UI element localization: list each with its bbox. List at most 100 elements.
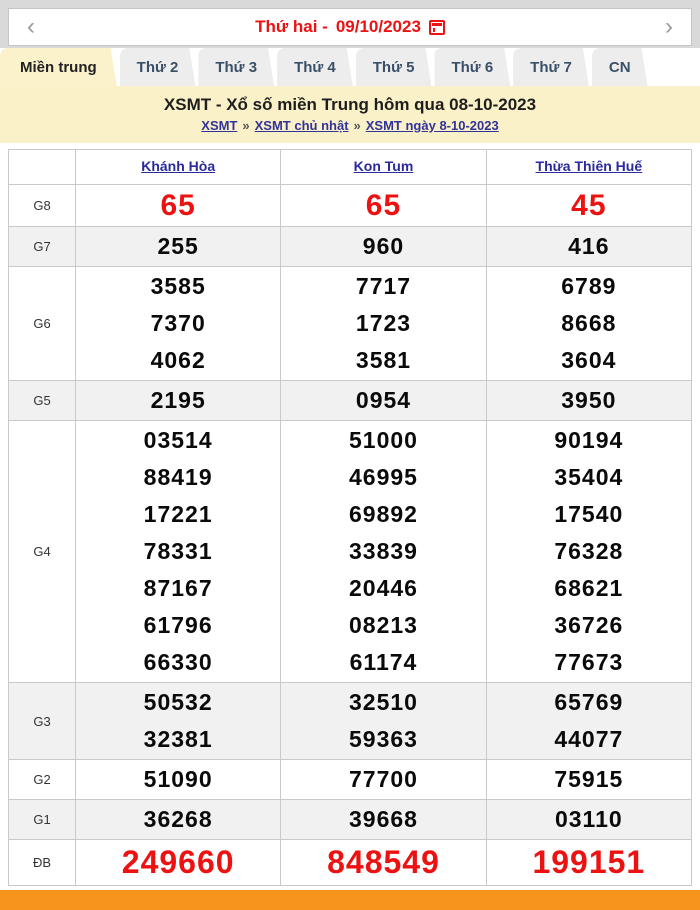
result-number: 88419 (77, 459, 279, 496)
result-number: 45 (488, 186, 690, 225)
result-number: 17540 (488, 496, 690, 533)
calendar-icon[interactable] (429, 20, 445, 35)
result-number: 76328 (488, 533, 690, 570)
province-link[interactable]: Kon Tum (354, 158, 414, 174)
prize-row-G1: G1362683966803110 (9, 800, 692, 840)
current-date[interactable]: Thứ hai - 09/10/2023 (255, 17, 445, 37)
page-header: XSMT - Xổ số miền Trung hôm qua 08-10-20… (0, 86, 700, 143)
date-navigation-bar: ‹ Thứ hai - 09/10/2023 › (8, 8, 692, 46)
prize-row-G5: G5219509543950 (9, 381, 692, 421)
result-cell: 03110 (486, 800, 691, 840)
result-cell: 416 (486, 227, 691, 267)
tab-cn[interactable]: CN (592, 48, 648, 86)
province-link[interactable]: Thừa Thiên Huế (536, 158, 643, 174)
tab-miền-trung[interactable]: Miền trung (0, 48, 117, 86)
tab-thứ-2[interactable]: Thứ 2 (120, 48, 196, 86)
date-nav-section: ‹ Thứ hai - 09/10/2023 › (0, 0, 700, 48)
prize-label: G7 (9, 227, 76, 267)
prize-label: G3 (9, 683, 76, 760)
result-number: 39668 (282, 801, 484, 838)
prize-row-G2: G2510907770075915 (9, 760, 692, 800)
result-number: 61796 (77, 607, 279, 644)
result-number: 17221 (77, 496, 279, 533)
prize-label: G8 (9, 185, 76, 227)
results-table-body: Khánh HòaKon TumThừa Thiên HuếG8656545G7… (9, 150, 692, 886)
result-number: 3581 (282, 342, 484, 379)
prize-label: G5 (9, 381, 76, 421)
result-number: 68621 (488, 570, 690, 607)
result-number: 199151 (488, 841, 690, 884)
empty-corner-cell (9, 150, 76, 185)
result-number: 2195 (77, 382, 279, 419)
result-number: 32510 (282, 684, 484, 721)
result-cell: 51090 (76, 760, 281, 800)
tab-thứ-4[interactable]: Thứ 4 (277, 48, 353, 86)
day-of-week-label: Thứ hai - (255, 17, 328, 37)
result-number: 87167 (77, 570, 279, 607)
tab-thứ-5[interactable]: Thứ 5 (356, 48, 432, 86)
result-number: 33839 (282, 533, 484, 570)
breadcrumb-link[interactable]: XSMT (201, 118, 237, 133)
result-number: 69892 (282, 496, 484, 533)
result-cell: 771717233581 (281, 267, 486, 381)
result-number: 75915 (488, 761, 690, 798)
result-cell: 249660 (76, 840, 281, 886)
result-number: 65 (282, 186, 484, 225)
prize-row-G6: G6358573704062771717233581678986683604 (9, 267, 692, 381)
result-number: 08213 (282, 607, 484, 644)
result-cell: 960 (281, 227, 486, 267)
breadcrumb-link[interactable]: XSMT ngày 8-10-2023 (366, 118, 499, 133)
results-table: Khánh HòaKon TumThừa Thiên HuếG8656545G7… (8, 149, 692, 886)
footer-orange-bar (0, 890, 700, 910)
result-number: 6789 (488, 268, 690, 305)
result-number: 46995 (282, 459, 484, 496)
result-number: 59363 (282, 721, 484, 758)
result-number: 848549 (282, 841, 484, 884)
prize-row-G8: G8656545 (9, 185, 692, 227)
result-cell: 848549 (281, 840, 486, 886)
tab-thứ-3[interactable]: Thứ 3 (198, 48, 274, 86)
tab-thứ-6[interactable]: Thứ 6 (434, 48, 510, 86)
result-cell: 0954 (281, 381, 486, 421)
result-cell: 77700 (281, 760, 486, 800)
result-number: 7717 (282, 268, 484, 305)
result-number: 36726 (488, 607, 690, 644)
result-number: 1723 (282, 305, 484, 342)
result-cell: 03514884191722178331871676179666330 (76, 421, 281, 683)
result-cell: 6576944077 (486, 683, 691, 760)
prize-row-G4: G403514884191722178331871676179666330510… (9, 421, 692, 683)
result-number: 35404 (488, 459, 690, 496)
prize-row-ĐB: ĐB249660848549199151 (9, 840, 692, 886)
results-section: Khánh HòaKon TumThừa Thiên HuếG8656545G7… (0, 143, 700, 886)
result-cell: 65 (281, 185, 486, 227)
result-cell: 358573704062 (76, 267, 281, 381)
result-number: 20446 (282, 570, 484, 607)
result-number: 32381 (77, 721, 279, 758)
prize-label: G6 (9, 267, 76, 381)
result-number: 255 (77, 228, 279, 265)
result-number: 960 (282, 228, 484, 265)
result-cell: 39668 (281, 800, 486, 840)
province-header-cell: Khánh Hòa (76, 150, 281, 185)
province-header-cell: Thừa Thiên Huế (486, 150, 691, 185)
result-number: 50532 (77, 684, 279, 721)
breadcrumb-separator: » (242, 118, 249, 133)
result-number: 416 (488, 228, 690, 265)
tab-thứ-7[interactable]: Thứ 7 (513, 48, 589, 86)
province-header-cell: Kon Tum (281, 150, 486, 185)
result-cell: 51000469956989233839204460821361174 (281, 421, 486, 683)
result-cell: 3251059363 (281, 683, 486, 760)
province-link[interactable]: Khánh Hòa (141, 158, 215, 174)
next-day-arrow[interactable]: › (661, 15, 677, 39)
result-cell: 255 (76, 227, 281, 267)
province-header-row: Khánh Hòa Kon Tum Thừa Thiên Huế (9, 150, 692, 185)
result-number: 51000 (282, 422, 484, 459)
result-number: 03110 (488, 801, 690, 838)
result-cell: 2195 (76, 381, 281, 421)
prize-label: G4 (9, 421, 76, 683)
result-cell: 65 (76, 185, 281, 227)
breadcrumb-link[interactable]: XSMT chủ nhật (255, 118, 349, 133)
prize-row-G7: G7255960416 (9, 227, 692, 267)
result-number: 3950 (488, 382, 690, 419)
prev-day-arrow[interactable]: ‹ (23, 15, 39, 39)
